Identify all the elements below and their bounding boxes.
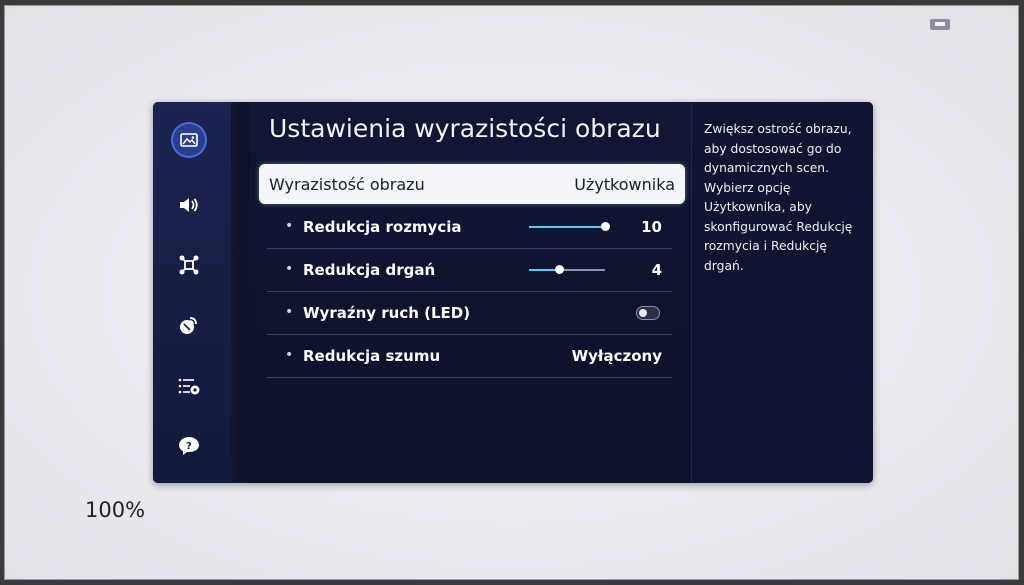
support-icon[interactable]: ? <box>173 430 205 462</box>
judder-reduction-value: 4 <box>651 261 662 279</box>
noise-reduction-label: Redukcja szumu <box>303 347 441 365</box>
category-rail: ? <box>153 102 231 483</box>
led-clear-motion-label: Wyraźny ruch (LED) <box>303 304 471 322</box>
slider-thumb[interactable] <box>555 265 565 274</box>
settings-menu: ? Ustawienia wyrazistości obrazu Wyrazis… <box>153 102 873 483</box>
judder-reduction-item[interactable]: • Redukcja drgań 4 <box>267 249 672 292</box>
picture-icon[interactable] <box>173 124 205 156</box>
page-title: Ustawienia wyrazistości obrazu <box>269 114 661 143</box>
zoom-level: 100% <box>85 498 146 522</box>
blur-reduction-value: 10 <box>641 218 662 236</box>
hdmi-source-icon <box>930 19 950 30</box>
rail-shadow <box>231 102 249 483</box>
sound-icon[interactable] <box>173 189 205 221</box>
noise-reduction-value: Wyłączony <box>571 347 662 365</box>
toggle-knob <box>639 309 647 317</box>
broadcasting-icon[interactable] <box>173 309 205 341</box>
bullet-icon: • <box>285 218 294 234</box>
slider-thumb[interactable] <box>601 222 610 231</box>
connection-icon[interactable] <box>173 249 205 281</box>
blur-reduction-item[interactable]: • Redukcja rozmycia 10 <box>267 206 672 249</box>
picture-clarity-item[interactable]: Wyrazistość obrazu Użytkownika <box>259 164 685 204</box>
picture-clarity-label: Wyrazistość obrazu <box>269 175 425 194</box>
svg-text:?: ? <box>186 441 192 452</box>
judder-reduction-label: Redukcja drgań <box>303 261 436 279</box>
noise-reduction-item[interactable]: • Redukcja szumu Wyłączony <box>267 335 672 378</box>
picture-clarity-value: Użytkownika <box>574 175 675 194</box>
led-clear-motion-toggle[interactable] <box>636 306 660 320</box>
led-clear-motion-item[interactable]: • Wyraźny ruch (LED) <box>267 292 672 335</box>
bullet-icon: • <box>285 261 294 277</box>
help-panel: Zwiększ ostrość obrazu, aby dostosować g… <box>691 102 873 483</box>
bullet-icon: • <box>285 347 294 363</box>
slider-fill <box>529 226 605 228</box>
bullet-icon: • <box>285 304 294 320</box>
blur-reduction-label: Redukcja rozmycia <box>303 218 462 236</box>
tv-screen: ? Ustawienia wyrazistości obrazu Wyrazis… <box>4 5 1019 580</box>
help-text: Zwiększ ostrość obrazu, aby dostosować g… <box>704 122 853 273</box>
blur-reduction-slider[interactable] <box>529 222 610 231</box>
general-settings-icon[interactable] <box>173 370 205 402</box>
judder-reduction-slider[interactable] <box>529 265 605 274</box>
settings-content: Ustawienia wyrazistości obrazu Wyrazisto… <box>249 102 691 483</box>
